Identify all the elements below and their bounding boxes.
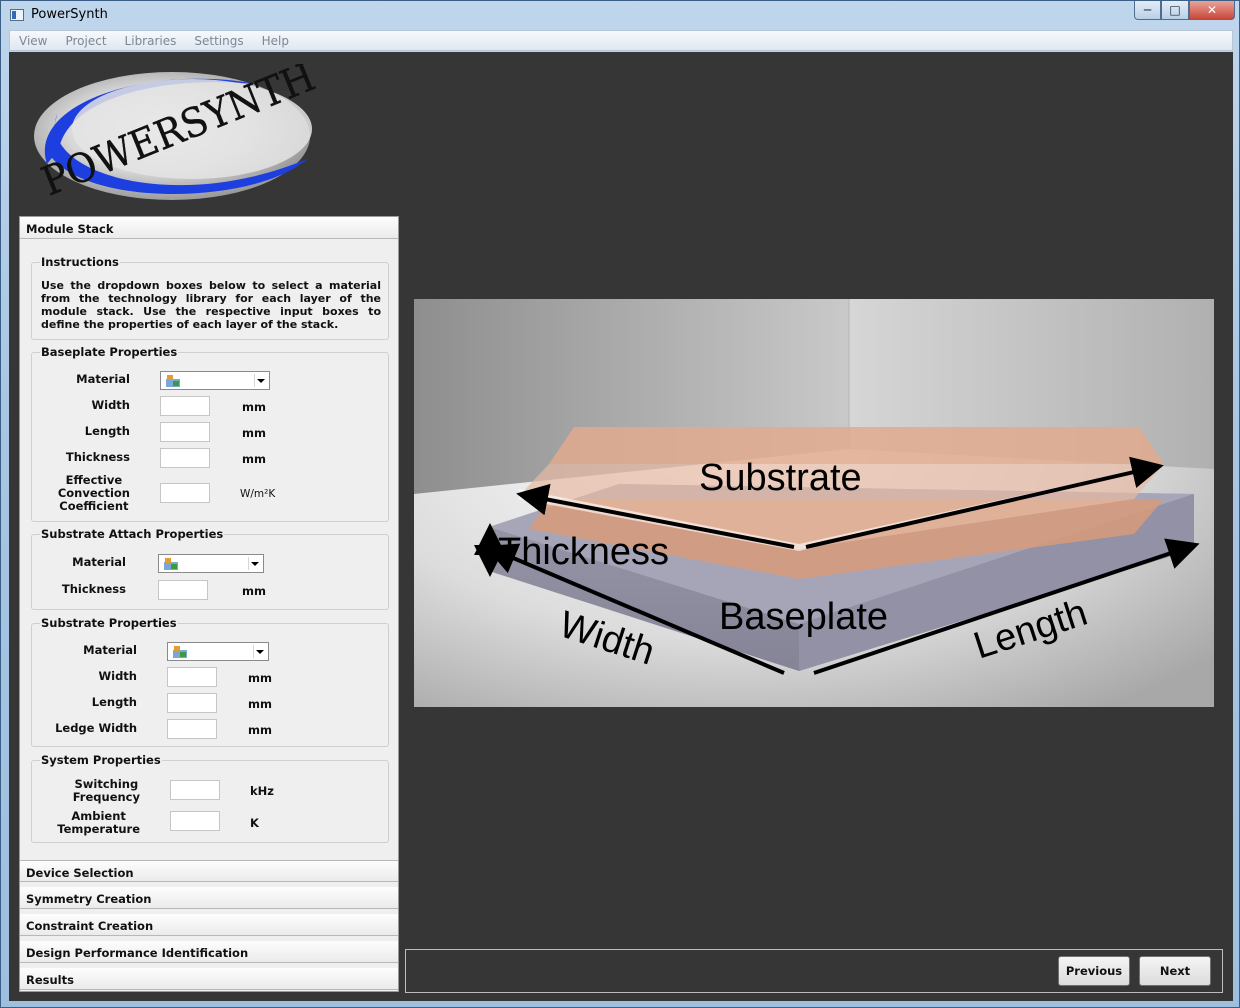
maximize-icon: □	[1169, 3, 1181, 17]
baseplate-thickness-input[interactable]	[160, 448, 210, 468]
client-area: POWERSYNTH Module Stack Instructions Use…	[9, 52, 1233, 1001]
menu-bar: View Project Libraries Settings Help	[9, 30, 1233, 51]
settings-panel: Module Stack Instructions Use the dropdo…	[19, 216, 399, 992]
title-bar[interactable]: PowerSynth ─ □ ✕	[1, 1, 1239, 29]
section-design-performance-identification[interactable]: Design Performance Identification	[20, 941, 398, 963]
instructions-title: Instructions	[40, 255, 120, 269]
menu-view[interactable]: View	[10, 34, 56, 48]
substrate-attach-thickness-label: Thickness	[61, 582, 126, 596]
substrate-attach-material-select[interactable]	[158, 554, 264, 573]
maximize-button[interactable]: □	[1161, 1, 1189, 20]
baseplate-width-label: Width	[91, 398, 130, 412]
ambient-temperature-unit: K	[250, 816, 259, 830]
baseplate-convection-unit: W/m²K	[240, 488, 276, 500]
baseplate-width-unit: mm	[242, 400, 266, 414]
thickness-label: Thickness	[498, 531, 669, 573]
baseplate-convection-input[interactable]	[160, 483, 210, 503]
switching-frequency-label-line2: Frequency	[72, 790, 140, 804]
system-title: System Properties	[40, 753, 162, 767]
module-stack-body: Instructions Use the dropdown boxes belo…	[20, 239, 398, 860]
section-results[interactable]: Results	[20, 968, 398, 990]
instructions-text: Use the dropdown boxes below to select a…	[41, 279, 381, 331]
substrate-material-select[interactable]	[167, 642, 269, 661]
baseplate-length-input[interactable]	[160, 422, 210, 442]
minimize-icon: ─	[1143, 3, 1152, 17]
substrate-material-label: Material	[83, 643, 137, 657]
baseplate-group: Baseplate Properties Material Width mm L…	[31, 345, 389, 522]
window-title: PowerSynth	[31, 7, 108, 22]
baseplate-width-input[interactable]	[160, 396, 210, 416]
ambient-temperature-label: Ambient Temperature	[57, 810, 140, 836]
substrate-group: Substrate Properties Material Width mm L…	[31, 616, 389, 747]
system-group: System Properties Switching Frequency kH…	[31, 753, 389, 843]
baseplate-thickness-label: Thickness	[65, 450, 130, 464]
substrate-attach-thickness-unit: mm	[242, 584, 266, 598]
close-button[interactable]: ✕	[1189, 1, 1235, 20]
chevron-down-icon[interactable]	[253, 645, 266, 658]
baseplate-title: Baseplate Properties	[40, 345, 179, 359]
switching-frequency-input[interactable]	[170, 780, 220, 800]
instructions-group: Instructions Use the dropdown boxes belo…	[31, 255, 389, 340]
substrate-attach-title: Substrate Attach Properties	[40, 527, 225, 541]
previous-button[interactable]: Previous	[1058, 956, 1130, 986]
material-library-icon	[173, 646, 187, 658]
minimize-button[interactable]: ─	[1134, 1, 1161, 20]
switching-frequency-unit: kHz	[250, 784, 274, 798]
substrate-title: Substrate Properties	[40, 616, 178, 630]
substrate-width-unit: mm	[248, 671, 272, 685]
substrate-length-input[interactable]	[167, 693, 217, 713]
substrate-label: Substrate	[699, 457, 862, 499]
chevron-down-icon[interactable]	[248, 557, 261, 570]
baseplate-thickness-unit: mm	[242, 452, 266, 466]
close-icon: ✕	[1206, 3, 1218, 17]
chevron-down-icon[interactable]	[254, 374, 267, 387]
window-controls: ─ □ ✕	[1134, 1, 1235, 21]
module-stack-diagram: Substrate Thickness Baseplate Width Leng…	[414, 299, 1214, 707]
section-symmetry-creation[interactable]: Symmetry Creation	[20, 887, 398, 909]
substrate-width-label: Width	[98, 669, 137, 683]
substrate-ledge-width-input[interactable]	[167, 719, 217, 739]
section-device-selection[interactable]: Device Selection	[20, 860, 398, 882]
navigation-bar: Previous Next	[405, 949, 1223, 993]
baseplate-material-select[interactable]	[160, 371, 270, 390]
baseplate-length-label: Length	[84, 424, 130, 438]
baseplate-length-unit: mm	[242, 426, 266, 440]
substrate-ledge-width-label: Ledge Width	[55, 721, 137, 735]
substrate-width-input[interactable]	[167, 667, 217, 687]
substrate-length-unit: mm	[248, 697, 272, 711]
ambient-temperature-label-line2: Temperature	[57, 822, 140, 836]
menu-project[interactable]: Project	[56, 34, 115, 48]
substrate-attach-group: Substrate Attach Properties Material Thi…	[31, 527, 389, 610]
baseplate-material-label: Material	[76, 372, 130, 386]
menu-settings[interactable]: Settings	[185, 34, 252, 48]
baseplate-label: Baseplate	[719, 596, 888, 638]
substrate-length-label: Length	[91, 695, 137, 709]
convection-label-line3: Coefficient	[59, 499, 129, 513]
next-button[interactable]: Next	[1139, 956, 1211, 986]
material-library-icon	[166, 375, 180, 387]
substrate-ledge-width-unit: mm	[248, 723, 272, 737]
switching-frequency-label: Switching Frequency	[73, 778, 140, 804]
powersynth-logo: POWERSYNTH	[34, 64, 317, 205]
app-icon[interactable]	[10, 9, 24, 21]
substrate-attach-thickness-input[interactable]	[158, 580, 208, 600]
baseplate-convection-label: Effective Convection Coefficient	[58, 474, 130, 513]
ambient-temperature-input[interactable]	[170, 811, 220, 831]
section-constraint-creation[interactable]: Constraint Creation	[20, 914, 398, 936]
menu-libraries[interactable]: Libraries	[116, 34, 186, 48]
material-library-icon	[164, 558, 178, 570]
menu-help[interactable]: Help	[253, 34, 298, 48]
substrate-attach-material-label: Material	[72, 555, 126, 569]
section-module-stack[interactable]: Module Stack	[20, 217, 398, 239]
app-window: PowerSynth ─ □ ✕ View Project Libraries …	[0, 0, 1240, 1008]
